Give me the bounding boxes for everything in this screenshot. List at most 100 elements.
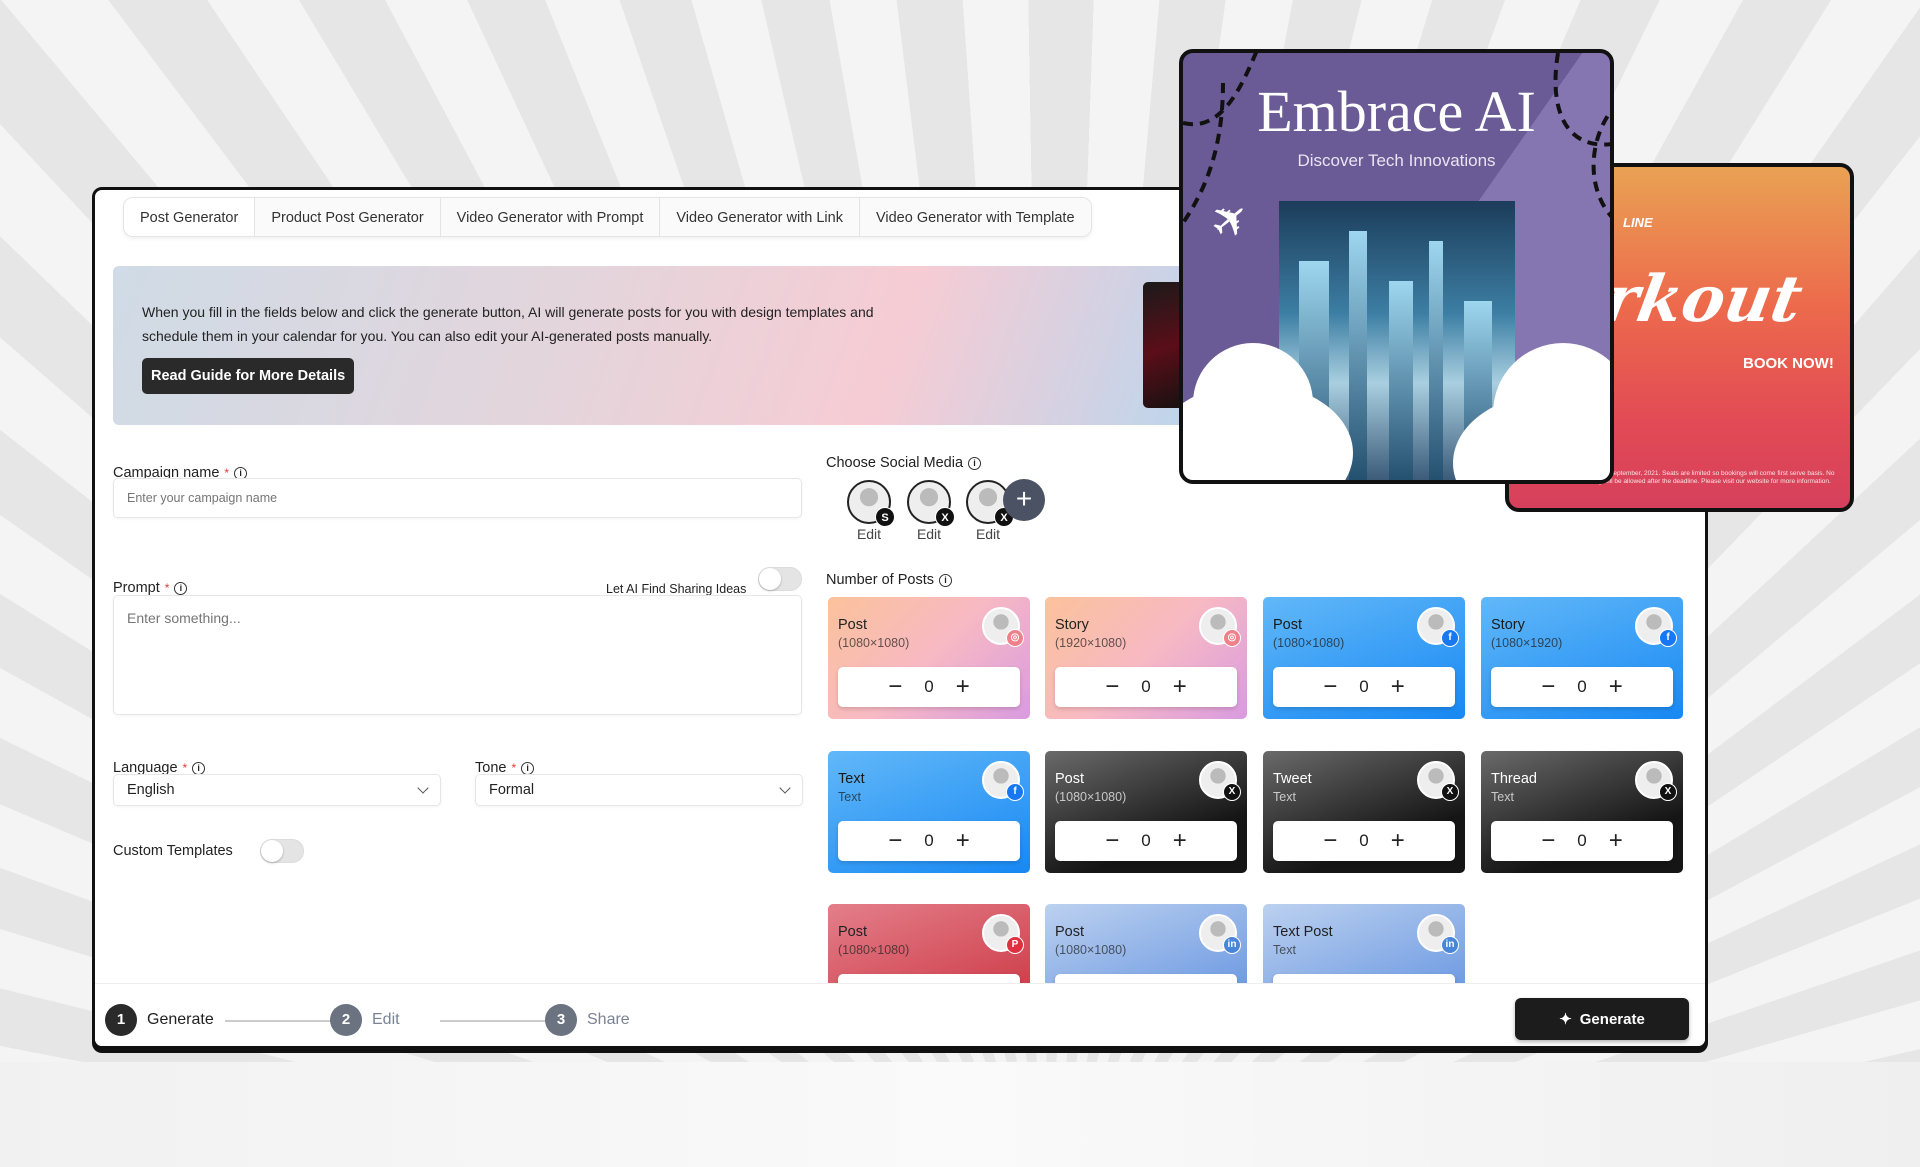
x-icon: X [1659,783,1677,801]
post-type-card-x: Post (1080×1080) X − 0 + [1045,751,1247,873]
embrace-title: Embrace AI [1257,79,1536,144]
workout-fine-print: ng is 20th September, 2021. Seats are li… [1579,470,1835,485]
card-size: (1080×1080) [838,943,910,957]
post-type-card-x: Thread Text X − 0 + [1481,751,1683,873]
increment-button[interactable]: + [1391,673,1405,701]
post-count-stepper: − 0 + [1273,667,1455,707]
increment-button[interactable]: + [1609,827,1623,855]
card-title: Text [838,771,865,787]
decrement-button[interactable]: − [1105,673,1119,701]
wizard-step-generate: 1 Generate [105,1004,214,1036]
card-size: (1080×1080) [1055,790,1127,804]
facebook-icon: f [1441,629,1459,647]
post-count: 0 [924,831,934,850]
linkedin-icon: in [1223,936,1241,954]
card-size: (1920×1080) [1055,636,1127,650]
workout-cta: BOOK NOW! [1743,355,1834,372]
x-icon: X [1441,783,1459,801]
step-number: 3 [545,1004,577,1036]
wizard-footer: 1 Generate 2 Edit 3 Share ✦ Generate [95,983,1705,1046]
post-count-stepper: −+ [838,974,1020,983]
step-number: 1 [105,1004,137,1036]
post-type-card-facebook: Text Text f − 0 + [828,751,1030,873]
post-count-stepper: − 0 + [1273,821,1455,861]
post-count: 0 [1577,677,1587,696]
post-count-stepper: − 0 + [838,667,1020,707]
post-count: 0 [1359,831,1369,850]
account-avatar: f [1635,607,1677,647]
account-avatar: X [1417,761,1459,801]
wizard-step-share: 3 Share [545,1004,630,1036]
post-count: 0 [1141,831,1151,850]
card-size: Text [838,790,861,804]
facebook-icon: f [1659,629,1677,647]
decrement-button[interactable]: − [888,673,902,701]
post-type-card-x: Tweet Text X − 0 + [1263,751,1465,873]
account-avatar: ◎ [1199,607,1241,647]
step-label: Edit [372,1011,400,1028]
post-type-card-facebook: Post (1080×1080) f − 0 + [1263,597,1465,719]
card-title: Post [1055,771,1085,787]
step-number: 2 [330,1004,362,1036]
post-type-card-pinterest: Post (1080×1080) P −+ [828,904,1030,983]
post-count: 0 [1577,831,1587,850]
instagram-icon: ◎ [1223,629,1241,647]
card-size: (1080×1080) [1055,943,1127,957]
linkedin-icon: in [1441,936,1459,954]
card-title: Post [838,924,868,940]
account-avatar: X [1199,761,1241,801]
step-label: Generate [147,1011,214,1028]
card-title: Post [838,617,868,633]
account-avatar: ◎ [982,607,1024,647]
instagram-icon: ◎ [1006,629,1024,647]
post-count-stepper: −+ [1273,974,1455,983]
card-size: (1080×1080) [838,636,910,650]
increment-button[interactable]: + [1173,827,1187,855]
increment-button[interactable]: + [956,827,970,855]
decrement-button[interactable]: − [888,827,902,855]
card-title: Story [1055,617,1089,633]
workout-line-text: LINE [1623,215,1653,230]
card-title: Post [1273,617,1303,633]
card-title: Thread [1491,771,1537,787]
generate-button[interactable]: ✦ Generate [1515,998,1689,1040]
post-count: 0 [924,677,934,696]
background-floor [0,1062,1920,1167]
facebook-icon: f [1006,783,1024,801]
embrace-subtitle: Discover Tech Innovations [1297,151,1496,170]
embrace-ai-promo-poster: Embrace AI Discover Tech Innovations ✈ [1179,49,1614,484]
post-type-card-facebook: Story (1080×1920) f − 0 + [1481,597,1683,719]
wizard-step-edit: 2 Edit [330,1004,400,1036]
card-title: Text Post [1273,924,1333,940]
post-type-card-instagram: Story (1920×1080) ◎ − 0 + [1045,597,1247,719]
account-avatar: f [982,761,1024,801]
card-size: (1080×1080) [1273,636,1345,650]
post-count-stepper: − 0 + [1491,821,1673,861]
card-size: (1080×1920) [1491,636,1563,650]
x-icon: X [1223,783,1241,801]
increment-button[interactable]: + [1391,827,1405,855]
post-count-stepper: − 0 + [1491,667,1673,707]
account-avatar: in [1199,914,1241,954]
increment-button[interactable]: + [956,673,970,701]
decrement-button[interactable]: − [1541,827,1555,855]
card-size: Text [1491,790,1514,804]
post-count-stepper: − 0 + [838,821,1020,861]
increment-button[interactable]: + [1609,673,1623,701]
post-count-stepper: − 0 + [1055,821,1237,861]
decrement-button[interactable]: − [1541,673,1555,701]
decrement-button[interactable]: − [1323,827,1337,855]
card-title: Story [1491,617,1525,633]
card-title: Post [1055,924,1085,940]
increment-button[interactable]: + [1173,673,1187,701]
decrement-button[interactable]: − [1323,673,1337,701]
post-type-card-linkedin: Post (1080×1080) in −+ [1045,904,1247,983]
post-count: 0 [1359,677,1369,696]
step-connector [440,1020,552,1022]
card-size: Text [1273,790,1296,804]
decrement-button[interactable]: − [1105,827,1119,855]
sparkle-icon: ✦ [1559,1011,1572,1028]
card-title: Tweet [1273,771,1312,787]
post-count-stepper: −+ [1055,974,1237,983]
account-avatar: f [1417,607,1459,647]
